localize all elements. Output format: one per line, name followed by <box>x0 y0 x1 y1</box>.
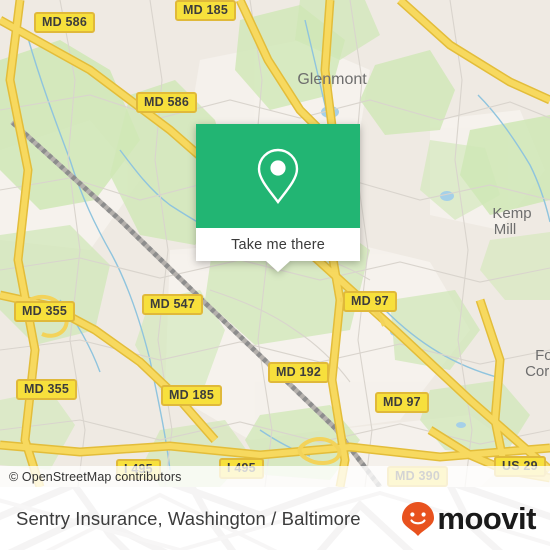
road-shield: MD 185 <box>161 385 222 406</box>
road-shield: MD 355 <box>16 379 77 400</box>
road-shield: MD 586 <box>136 92 197 113</box>
road-shield: MD 355 <box>14 301 75 322</box>
road-shield: MD 97 <box>375 392 429 413</box>
road-shield: MD 547 <box>142 294 203 315</box>
footer-place-title: Sentry Insurance, Washington / Baltimore <box>16 507 361 529</box>
attribution-text[interactable]: © OpenStreetMap contributors <box>0 470 182 484</box>
popup-tail <box>266 261 290 272</box>
moovit-logo[interactable]: moovit <box>401 501 536 537</box>
map-pin-outline-icon <box>257 148 299 204</box>
moovit-wordmark: moovit <box>437 501 536 536</box>
moovit-map-screen: Glenmont Kemp Mill Fou Corner MD 586MD 1… <box>0 0 550 550</box>
popup-action-row[interactable]: Take me there <box>196 228 360 261</box>
map-attribution-bar: © OpenStreetMap contributors <box>0 466 550 487</box>
road-shield: MD 586 <box>34 12 95 33</box>
take-me-there-label: Take me there <box>231 236 325 253</box>
footer-bar: Sentry Insurance, Washington / Baltimore… <box>0 487 550 550</box>
moovit-pin-icon <box>402 501 435 536</box>
popup-header <box>196 124 360 228</box>
location-popup-card[interactable]: Take me there <box>196 124 360 272</box>
road-shield: MD 185 <box>175 0 236 21</box>
road-shield: MD 192 <box>268 362 329 383</box>
road-shield: MD 97 <box>343 291 397 312</box>
